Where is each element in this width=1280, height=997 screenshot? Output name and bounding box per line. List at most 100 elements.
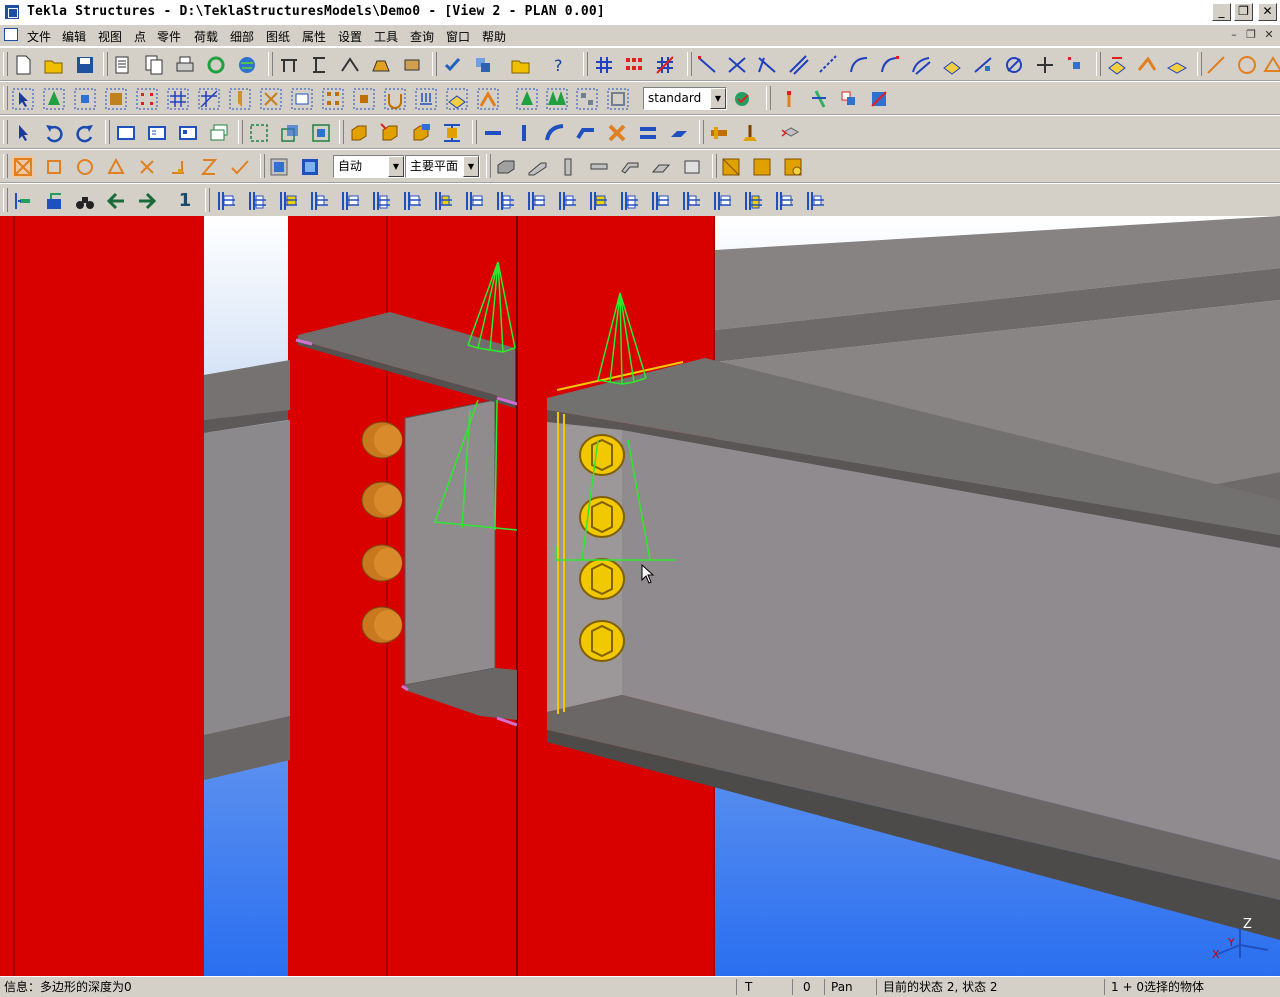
help-icon[interactable]: ?: [550, 54, 572, 76]
save-model-icon[interactable]: [74, 54, 96, 76]
numbering-icon[interactable]: [442, 54, 464, 76]
redo-icon[interactable]: [74, 122, 96, 144]
select-reinforcement-icon[interactable]: [384, 88, 406, 110]
point-circle-icon[interactable]: [1003, 54, 1025, 76]
left-column[interactable]: [0, 216, 204, 976]
create-column-icon[interactable]: [513, 122, 535, 144]
point-intersection-icon[interactable]: [726, 54, 748, 76]
open-model-icon[interactable]: [43, 54, 65, 76]
refresh-icon[interactable]: [205, 54, 227, 76]
menu-help[interactable]: 帮助: [482, 28, 506, 45]
stiffened-seat-component-icon[interactable]: [587, 190, 609, 212]
bolt[interactable]: [361, 481, 403, 519]
snap-end-point-icon[interactable]: [778, 88, 800, 110]
view-list-icon[interactable]: [146, 122, 168, 144]
snap-intersection-icon[interactable]: [136, 156, 158, 178]
mdi-minimize-button[interactable]: –: [1226, 28, 1242, 42]
create-curved-beam-icon[interactable]: [544, 122, 566, 144]
strip-footing-icon[interactable]: [526, 156, 548, 178]
zoom-window-icon[interactable]: [248, 122, 270, 144]
filter-select[interactable]: standard ▼: [643, 87, 727, 110]
open-folder-icon[interactable]: [510, 54, 532, 76]
create-beam-icon[interactable]: [482, 122, 504, 144]
toolbar-grip[interactable]: [3, 86, 8, 110]
view-multiple-icon[interactable]: [208, 122, 230, 144]
copy-doc-icon[interactable]: [143, 54, 165, 76]
web-globe-icon[interactable]: [236, 54, 258, 76]
menu-setup[interactable]: 设置: [338, 28, 362, 45]
snap-part-icon[interactable]: [838, 88, 860, 110]
point-single-icon[interactable]: [1065, 54, 1087, 76]
menu-detail[interactable]: 细部: [230, 28, 254, 45]
point-along-line-icon[interactable]: [696, 54, 718, 76]
select-grid-icon[interactable]: [167, 88, 189, 110]
embed-component-icon[interactable]: [804, 190, 826, 212]
grid-points-icon[interactable]: [623, 54, 645, 76]
slab-icon[interactable]: [370, 54, 392, 76]
construction-circle-icon[interactable]: [1236, 54, 1258, 76]
menu-properties[interactable]: 属性: [302, 28, 326, 45]
left-end-plate[interactable]: [404, 399, 496, 686]
find-binoculars-icon[interactable]: [74, 190, 96, 212]
next-arrow-icon[interactable]: [136, 190, 158, 212]
snap-surface-icon[interactable]: [868, 88, 890, 110]
selection-filter-icon[interactable]: [732, 88, 754, 110]
zoom-extent-icon[interactable]: [310, 122, 332, 144]
mdi-restore-button[interactable]: ❐: [1243, 28, 1259, 42]
select-load-icon[interactable]: [415, 88, 437, 110]
assembly-icon[interactable]: [348, 122, 370, 144]
maximize-button[interactable]: ❐: [1234, 3, 1253, 21]
create-weld-icon[interactable]: [739, 122, 761, 144]
chevron-down-icon[interactable]: ▼: [710, 88, 726, 109]
select-grid-line-icon[interactable]: [198, 88, 220, 110]
select-plane-icon[interactable]: [446, 88, 468, 110]
snap-to-surface-icon[interactable]: [299, 156, 321, 178]
beam-splice-component-icon[interactable]: [401, 190, 423, 212]
menu-point[interactable]: 点: [134, 28, 146, 45]
chevron-down-icon[interactable]: ▼: [463, 156, 479, 177]
bolt-selected[interactable]: [579, 620, 625, 662]
end-plate-component-icon[interactable]: [215, 190, 237, 212]
select-object-in-assembly-icon[interactable]: [607, 88, 629, 110]
bolt-selected[interactable]: [579, 558, 625, 600]
select-point-icon[interactable]: [43, 88, 65, 110]
bolt[interactable]: [361, 544, 403, 582]
create-orthogonal-beam-icon[interactable]: [606, 122, 628, 144]
select-part-icon[interactable]: [74, 88, 96, 110]
concrete-column-icon[interactable]: [557, 156, 579, 178]
custom-component-icon[interactable]: [43, 190, 65, 212]
snap-geometry-lines-icon[interactable]: [43, 156, 65, 178]
toolbar-grip[interactable]: [3, 120, 8, 144]
undo-icon[interactable]: [43, 122, 65, 144]
snap-line-extension-icon[interactable]: [198, 156, 220, 178]
tube-gusset-component-icon[interactable]: [680, 190, 702, 212]
chevron-down-icon[interactable]: ▼: [388, 156, 404, 177]
double-angle-component-icon[interactable]: [649, 190, 671, 212]
snap-perpendicular-icon[interactable]: [167, 156, 189, 178]
snap-reference-lines-icon[interactable]: [12, 156, 34, 178]
menu-file[interactable]: 文件: [27, 28, 51, 45]
menu-part[interactable]: 零件: [157, 28, 181, 45]
select-all-icon[interactable]: [12, 88, 34, 110]
snap-midpoint-icon[interactable]: [808, 88, 830, 110]
menu-inquire[interactable]: 查询: [410, 28, 434, 45]
bolted-gusset-component-icon[interactable]: [308, 190, 330, 212]
menu-window[interactable]: 窗口: [446, 28, 470, 45]
base-plate-component-icon[interactable]: [494, 190, 516, 212]
create-component-icon[interactable]: [12, 190, 34, 212]
snap-depth-select[interactable]: 自动 ▼: [333, 155, 405, 178]
remove-from-assembly-icon[interactable]: [410, 122, 432, 144]
point-extension-icon[interactable]: [756, 54, 778, 76]
corner-bracket-component-icon[interactable]: [742, 190, 764, 212]
select-arrow-icon[interactable]: [12, 122, 34, 144]
select-surface-icon[interactable]: [105, 88, 127, 110]
close-button[interactable]: ✕: [1258, 3, 1277, 21]
select-view-icon[interactable]: [291, 88, 313, 110]
haunch-component-icon[interactable]: [463, 190, 485, 212]
fitting-component-icon[interactable]: [432, 190, 454, 212]
select-objects-in-components-icon[interactable]: [516, 88, 538, 110]
print-icon[interactable]: [174, 54, 196, 76]
previous-arrow-icon[interactable]: [105, 190, 127, 212]
polybeam-icon[interactable]: [339, 54, 361, 76]
beam-tool-icon[interactable]: [278, 54, 300, 76]
